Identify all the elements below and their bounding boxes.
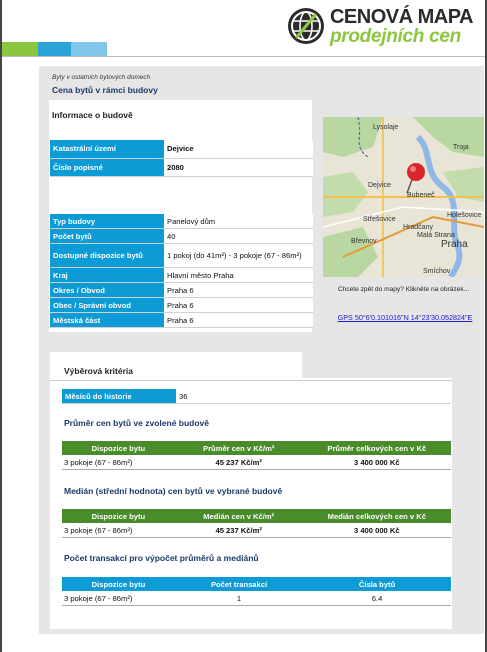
stripe-blue [38, 42, 71, 56]
table-row: Typ budovy Panelový dům [50, 214, 313, 229]
row-key: Dostupné dispozice bytů [50, 243, 164, 268]
column-header: Počet transakcí [174, 577, 304, 591]
row-key: Obec / Správní obvod [50, 297, 164, 313]
map-label: Břevnov [351, 238, 377, 245]
column-header: Dispozice bytu [62, 441, 175, 455]
row-value: Praha 6 [164, 282, 313, 298]
months-value: 36 [176, 389, 451, 404]
column-header: Průměr celkových cen v Kč [302, 441, 451, 455]
map-label: Smíchov [423, 268, 451, 275]
column-header: Dispozice bytu [62, 577, 175, 591]
map-label: Malá Strana [417, 232, 455, 239]
criteria-title: Výběrová kritéria [64, 366, 133, 376]
map-label: Praha [441, 239, 468, 250]
building-info-title: Informace o budově [52, 110, 133, 120]
median-table: Dispozice bytu Medián cen v Kč/m² Medián… [62, 509, 451, 538]
cell-price-total: 3 400 000 Kč [302, 523, 451, 538]
table-row: 3 pokoje (67 - 86m²) 45 237 Kč/m² 3 400 … [62, 523, 451, 538]
cell-disposition: 3 pokoje (67 - 86m²) [62, 455, 175, 470]
table-row: Katastrální území Dejvice [50, 140, 313, 159]
table-row: Okres / Obvod Praha 6 [50, 282, 313, 298]
globe-icon [287, 8, 324, 44]
table-row: Počet bytů 40 [50, 228, 313, 244]
table-row: 3 pokoje (67 - 86m²) 45 237 Kč/m² 3 400 … [62, 455, 451, 470]
cell-disposition: 3 pokoje (67 - 86m²) [62, 591, 175, 606]
criteria-tab-spacer [302, 352, 484, 378]
months-label: Měsíců do historie [62, 389, 176, 404]
row-key: Katastrální území [50, 140, 164, 159]
row-value: 1 pokoj (do 41m²) - 3 pokoje (67 - 86m²) [164, 243, 313, 268]
map-label: Střešovice [363, 216, 396, 223]
stripe-green [2, 42, 38, 56]
row-key: Číslo popisné [50, 158, 164, 177]
building-details-table: Typ budovy Panelový dům Počet bytů 40 Do… [50, 214, 313, 328]
gps-link[interactable]: GPS 50°6'0.101016"N 14°23'30.052824"E [323, 313, 487, 322]
table-row: Měsíců do historie 36 [62, 389, 451, 404]
row-value: Hlavní město Praha [164, 267, 313, 283]
cell-price-total: 3 400 000 Kč [302, 455, 451, 470]
row-key: Okres / Obvod [50, 282, 164, 298]
logo-title: CENOVÁ MAPA [329, 5, 474, 28]
table-row: 3 pokoje (67 - 86m²) 1 6.4 [62, 591, 451, 606]
building-id-table: Katastrální území Dejvice Číslo popisné … [50, 140, 313, 177]
breadcrumb[interactable]: Byty v ostatních bytových domech [52, 74, 150, 81]
cell-flat-numbers: 6.4 [303, 591, 451, 606]
count-table: Dispozice bytu Počet transakcí Čísla byt… [62, 577, 451, 606]
table-row: Číslo popisné 2080 [50, 158, 313, 177]
header-divider [2, 56, 485, 57]
column-header: Medián celkových cen v Kč [302, 509, 451, 523]
row-key: Městská část [50, 312, 164, 328]
row-value: Praha 6 [164, 297, 313, 313]
column-header: Průměr cen v Kč/m² [174, 441, 303, 455]
map-label: Troja [453, 144, 469, 151]
table-row: Městská část Praha 6 [50, 312, 313, 328]
cell-transaction-count: 1 [174, 591, 304, 606]
criteria-table: Měsíců do historie 36 [62, 389, 451, 404]
cell-price-m2: 45 237 Kč/m² [174, 523, 303, 538]
cell-price-m2: 45 237 Kč/m² [174, 455, 303, 470]
column-header: Dispozice bytu [62, 509, 175, 523]
avg-table: Dispozice bytu Průměr cen v Kč/m² Průměr… [62, 441, 451, 470]
stripe-lightblue [71, 42, 107, 56]
table-header: Dispozice bytu Medián cen v Kč/m² Medián… [62, 509, 451, 523]
row-value: Panelový dům [164, 214, 313, 229]
cell-disposition: 3 pokoje (67 - 86m²) [62, 523, 175, 538]
count-section-title: Počet transakcí pro výpočet průměrů a me… [64, 553, 259, 563]
row-value: 40 [164, 228, 313, 244]
logo[interactable]: CENOVÁ MAPA prodejních cen [287, 5, 474, 47]
map-label: Holešovice [447, 212, 481, 219]
map-label: Bubeneč [407, 192, 435, 199]
row-value: Dejvice [164, 140, 313, 159]
location-map[interactable]: Lysolaje Troja Dejvice Bubeneč Střešovic… [323, 117, 484, 277]
page-title: Cena bytů v rámci budovy [52, 85, 158, 95]
row-key: Počet bytů [50, 228, 164, 244]
row-value: 2080 [164, 158, 313, 177]
row-key: Typ budovy [50, 214, 164, 229]
map-label: Lysolaje [373, 124, 399, 131]
logo-subtitle: prodejních cen [329, 25, 461, 47]
table-row: Obec / Správní obvod Praha 6 [50, 297, 313, 313]
table-row: Kraj Hlavní město Praha [50, 267, 313, 283]
column-header: Medián cen v Kč/m² [174, 509, 303, 523]
map-label: Dejvice [368, 182, 391, 189]
map-label: Hradčany [403, 224, 433, 231]
row-value: Praha 6 [164, 312, 313, 328]
header: CENOVÁ MAPA prodejních cen [2, 0, 485, 47]
table-row: Dostupné dispozice bytů 1 pokoj (do 41m²… [50, 243, 313, 268]
row-key: Kraj [50, 267, 164, 283]
map-caption: Chcete zpět do mapy? Klikněte na obrázek… [337, 286, 470, 293]
median-section-title: Medián (střední hodnota) cen bytů ve vyb… [64, 486, 283, 496]
column-header: Čísla bytů [303, 577, 451, 591]
criteria-divider [50, 380, 452, 381]
page: CENOVÁ MAPA prodejních cen Byty v ostatn… [0, 0, 487, 652]
table-header: Dispozice bytu Průměr cen v Kč/m² Průměr… [62, 441, 451, 455]
table-header: Dispozice bytu Počet transakcí Čísla byt… [62, 577, 451, 591]
avg-section-title: Průměr cen bytů ve zvolené budově [64, 418, 210, 428]
